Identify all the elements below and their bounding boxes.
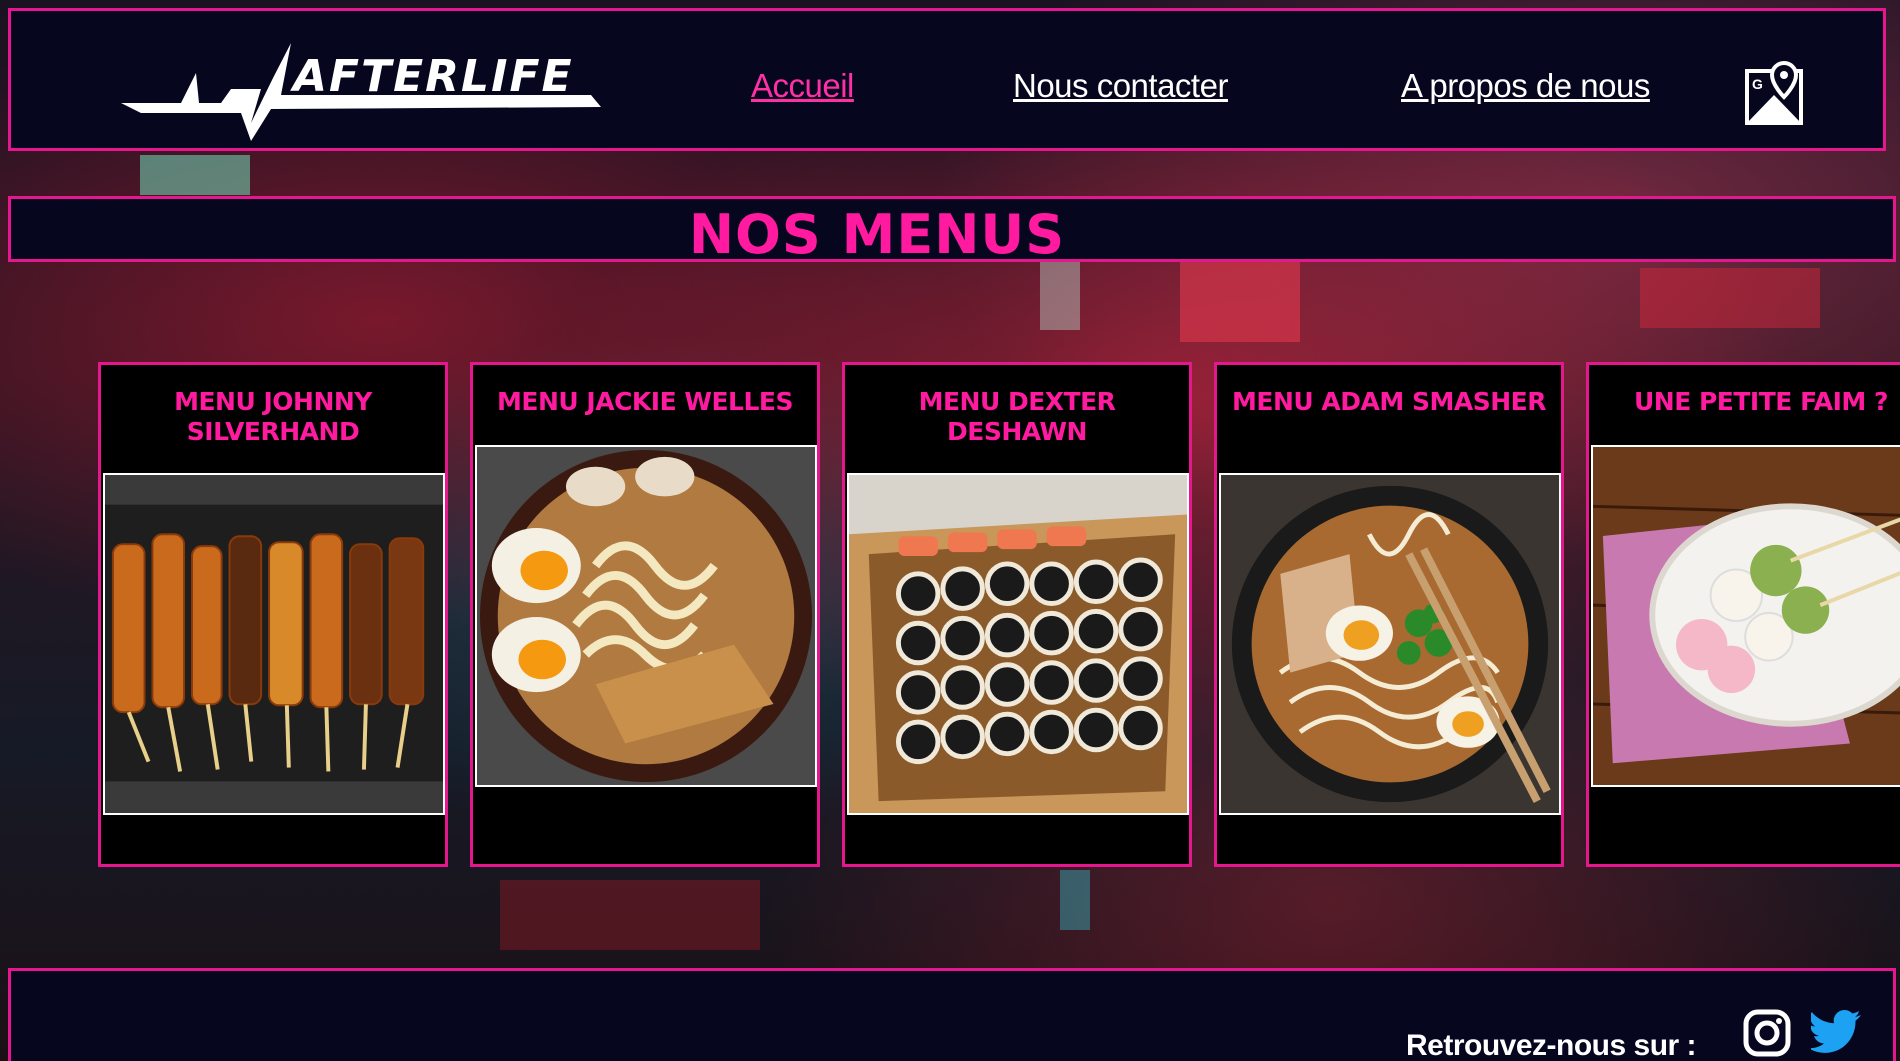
menu-card-image[interactable]: [1591, 445, 1900, 787]
instagram-icon[interactable]: [1743, 1009, 1791, 1057]
site-footer: Retrouvez-nous sur :: [8, 968, 1896, 1061]
menu-card-title: MENU ADAM SMASHER: [1232, 387, 1546, 416]
sushi-boat-image: [849, 475, 1187, 813]
menu-card-title: UNE PETITE FAIM ?: [1633, 387, 1889, 416]
background-neon-sign: [1180, 262, 1300, 342]
nav-link-a-propos[interactable]: A propos de nous: [1401, 67, 1650, 105]
menu-card-image[interactable]: [103, 473, 445, 815]
ramen-bowl-image: [1221, 475, 1559, 813]
google-maps-icon[interactable]: G: [1744, 61, 1806, 127]
twitter-icon[interactable]: [1811, 1009, 1863, 1055]
background-neon-sign: [140, 155, 250, 195]
nav-link-accueil[interactable]: Accueil: [751, 67, 854, 105]
menu-card-jackie-welles[interactable]: MENU JACKIE WELLES: [470, 362, 820, 867]
section-title-bar: NOS MENUS: [8, 196, 1896, 266]
page-title: NOS MENUS: [688, 203, 1066, 266]
udon-bowl-image: [477, 447, 815, 785]
menu-card-adam-smasher[interactable]: MENU ADAM SMASHER: [1214, 362, 1564, 867]
afterlife-logo[interactable]: AFTERLIFE: [121, 33, 601, 153]
menu-card-johnny-silverhand[interactable]: MENU JOHNNY SILVERHAND: [98, 362, 448, 867]
yakitori-skewers-image: [105, 475, 443, 813]
menu-card-dexter-deshawn[interactable]: MENU DEXTER DESHAWN: [842, 362, 1192, 867]
menu-card-title: MENU DEXTER DESHAWN: [918, 387, 1116, 446]
background-neon-sign: [1640, 268, 1820, 328]
site-header: AFTERLIFE Accueil Nous contacter A propo…: [8, 8, 1886, 151]
svg-text:G: G: [1752, 76, 1763, 92]
menu-card-title: MENU JACKIE WELLES: [497, 387, 793, 416]
nav-link-nous-contacter[interactable]: Nous contacter: [1013, 67, 1228, 105]
menu-card-image[interactable]: [847, 473, 1189, 815]
footer-follow-text: Retrouvez-nous sur :: [1406, 1029, 1697, 1061]
menu-card-image[interactable]: [1219, 473, 1561, 815]
background-neon-sign: [1060, 870, 1090, 930]
logo-wordmark: AFTERLIFE: [290, 51, 574, 102]
dango-plate-image: [1593, 447, 1900, 785]
menu-card-title: MENU JOHNNY SILVERHAND: [174, 387, 372, 446]
background-neon-sign: [1040, 255, 1080, 330]
menu-card-une-petite-faim[interactable]: UNE PETITE FAIM ?: [1586, 362, 1900, 867]
menu-card-image[interactable]: [475, 445, 817, 787]
background-neon-sign: [500, 880, 760, 950]
